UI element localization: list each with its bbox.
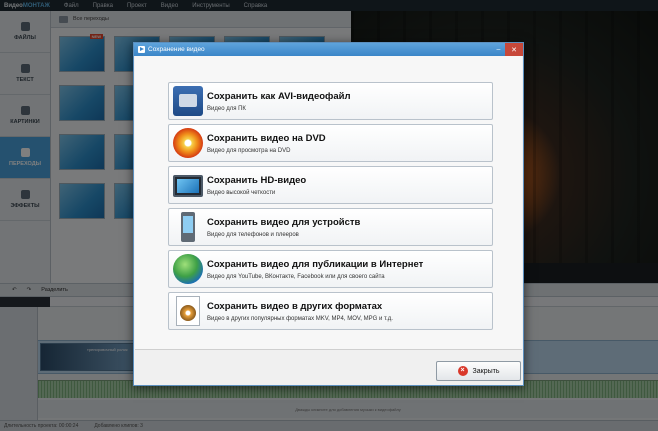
option-desc: Видео в других популярных форматах MKV, … [207,315,393,322]
close-button-label: Закрыть [472,367,500,375]
option-desc: Видео для YouTube, ВКонтакте, Facebook и… [207,273,385,280]
globe-icon [173,254,203,284]
close-circle-icon: × [457,366,468,376]
close-icon[interactable]: ✕ [505,43,523,56]
save-avi-option[interactable]: Сохранить как AVI-видеофайл Видео для ПК [168,82,493,120]
option-desc: Видео для ПК [207,105,246,112]
avi-film-icon [173,86,203,116]
option-title: Сохранить видео для устройств [207,216,361,228]
dialog-footer: × Закрыть [134,351,523,385]
save-devices-option[interactable]: Сохранить видео для устройств Видео для т… [168,208,493,246]
save-video-dialog: Сохранение видео – ✕ Сохранить как AVI-в… [133,42,524,386]
video-file-icon [176,296,200,326]
dialog-titlebar: Сохранение видео – ✕ [134,43,523,56]
app-icon [138,46,145,53]
option-title: Сохранить как AVI-видеофайл [207,90,351,102]
save-other-formats-option[interactable]: Сохранить видео в других форматах Видео в… [168,292,493,330]
minimize-icon[interactable]: – [492,43,505,56]
hd-monitor-icon [173,175,203,197]
option-desc: Видео высокой четкости [207,189,276,196]
dvd-disc-icon [173,128,203,158]
save-hd-option[interactable]: Сохранить HD-видео Видео высокой четкости [168,166,493,204]
dialog-content: Сохранить как AVI-видеофайл Видео для ПК … [135,56,522,350]
option-desc: Видео для телефонов и плееров [207,231,299,238]
option-desc: Видео для просмотра на DVD [207,147,291,154]
dialog-title: Сохранение видео [148,46,205,53]
option-title: Сохранить видео для публикации в Интерне… [207,258,424,270]
save-web-option[interactable]: Сохранить видео для публикации в Интерне… [168,250,493,288]
phone-icon [181,212,195,242]
close-button[interactable]: × Закрыть [436,361,521,381]
option-title: Сохранить видео в других форматах [207,300,383,312]
option-title: Сохранить видео на DVD [207,132,326,144]
option-title: Сохранить HD-видео [207,174,307,186]
save-dvd-option[interactable]: Сохранить видео на DVD Видео для просмотр… [168,124,493,162]
